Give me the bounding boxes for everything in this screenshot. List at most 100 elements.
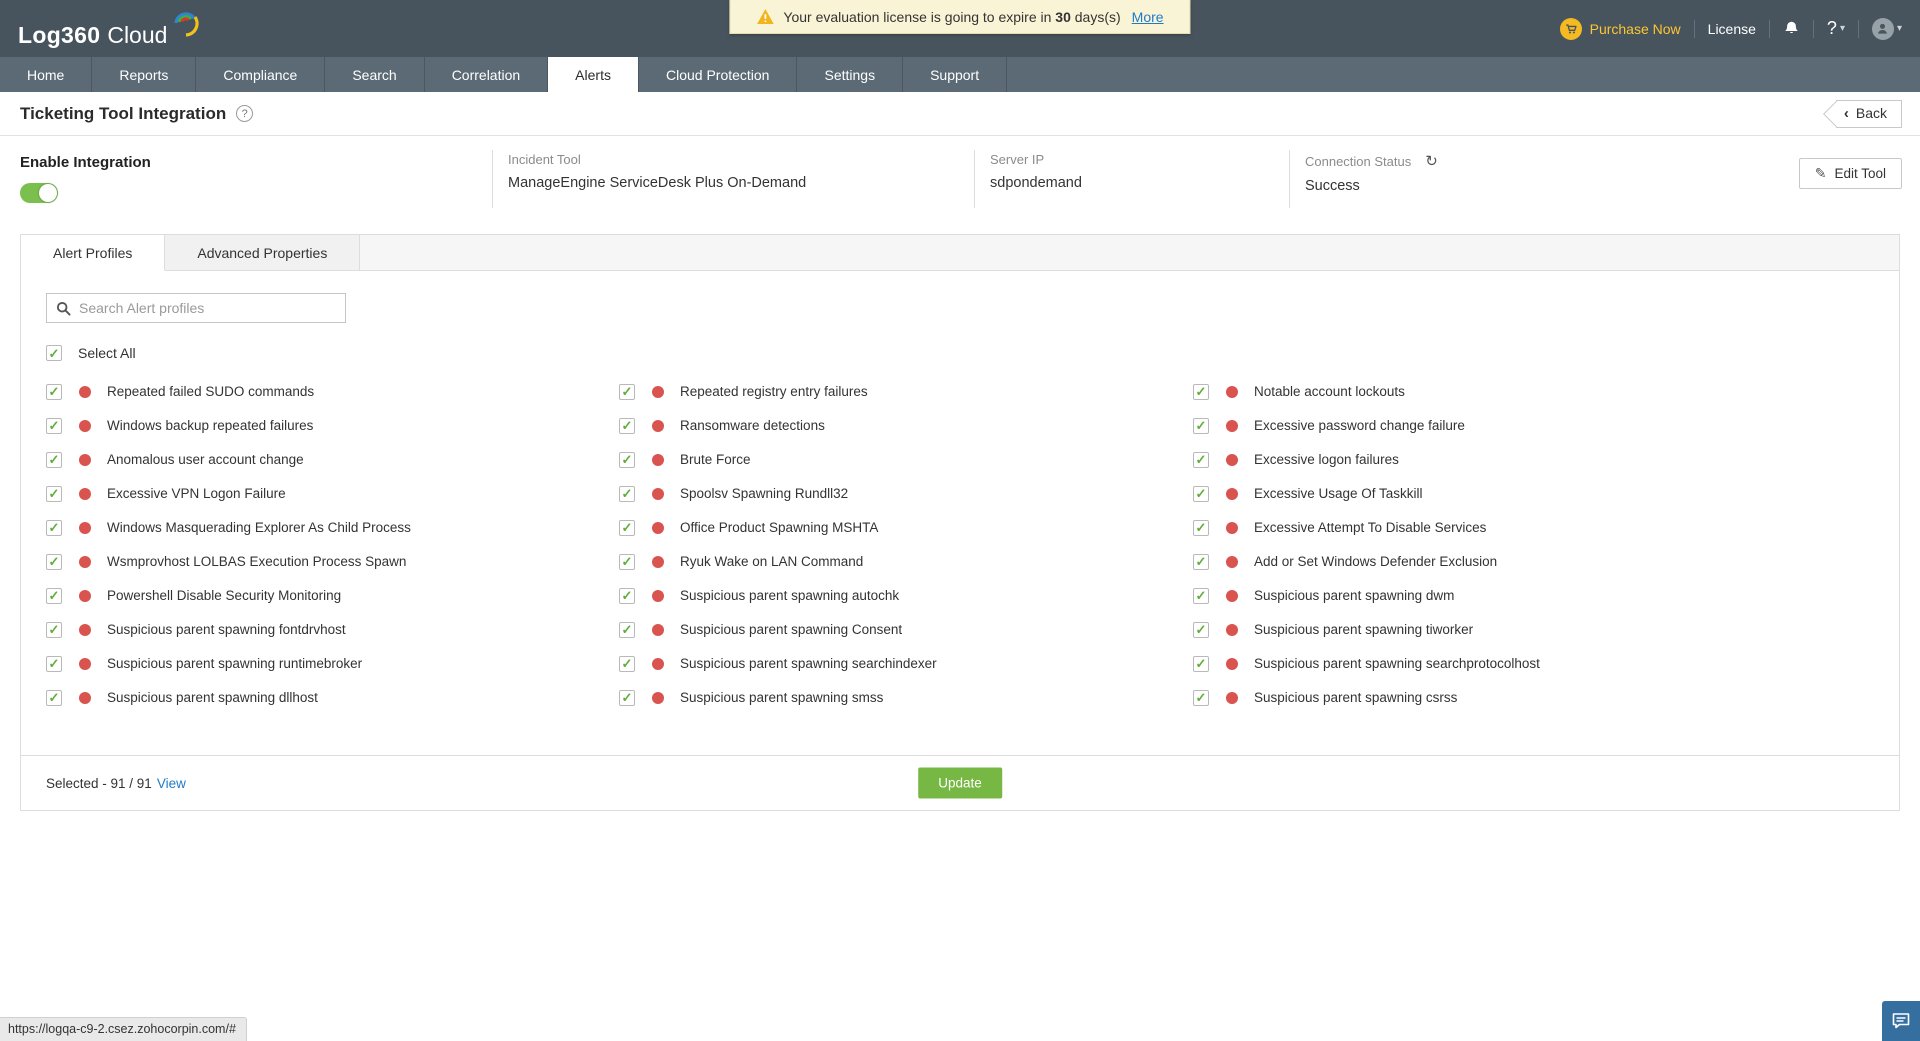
profile-label: Suspicious parent spawning runtimebroker bbox=[107, 656, 363, 671]
user-account-menu[interactable]: ▾ bbox=[1871, 17, 1902, 40]
profile-checkbox[interactable]: ✓ bbox=[46, 621, 62, 638]
profile-checkbox[interactable]: ✓ bbox=[619, 485, 635, 502]
search-icon bbox=[56, 301, 71, 316]
refresh-icon[interactable]: ↻ bbox=[1425, 152, 1438, 170]
nav-tab-compliance[interactable]: Compliance bbox=[196, 57, 326, 92]
alert-profile-item: ✓ Repeated failed SUDO commands bbox=[46, 381, 619, 402]
avatar bbox=[1871, 17, 1894, 40]
edit-tool-label: Edit Tool bbox=[1834, 166, 1886, 181]
profile-checkbox[interactable]: ✓ bbox=[1193, 383, 1209, 400]
alert-profile-item: ✓ Suspicious parent spawning searchprotoc… bbox=[1193, 653, 1899, 674]
nav-tab-settings[interactable]: Settings bbox=[797, 57, 904, 92]
profile-checkbox[interactable]: ✓ bbox=[46, 383, 62, 400]
nav-tab-support[interactable]: Support bbox=[903, 57, 1008, 92]
nav-tab-search[interactable]: Search bbox=[325, 57, 425, 92]
profile-label: Suspicious parent spawning csrss bbox=[1254, 690, 1458, 705]
alert-profile-item: ✓ Suspicious parent spawning autochk bbox=[619, 585, 1193, 606]
enable-integration-toggle[interactable] bbox=[20, 183, 58, 203]
profile-checkbox[interactable]: ✓ bbox=[46, 417, 62, 434]
search-box bbox=[46, 293, 346, 323]
toggle-knob bbox=[39, 184, 57, 202]
profile-checkbox[interactable]: ✓ bbox=[1193, 519, 1209, 536]
nav-tab-correlation[interactable]: Correlation bbox=[425, 57, 549, 92]
nav-tab-alerts[interactable]: Alerts bbox=[548, 57, 639, 92]
profile-checkbox[interactable]: ✓ bbox=[619, 655, 635, 672]
severity-dot bbox=[79, 623, 91, 636]
notifications-bell-icon[interactable] bbox=[1783, 20, 1800, 37]
alert-profile-item: ✓ Suspicious parent spawning smss bbox=[619, 687, 1193, 708]
alert-profile-item: ✓ Notable account lockouts bbox=[1193, 381, 1899, 402]
chat-support-button[interactable] bbox=[1882, 1001, 1920, 1041]
profile-checkbox[interactable]: ✓ bbox=[1193, 655, 1209, 672]
profile-label: Anomalous user account change bbox=[107, 452, 304, 467]
profile-checkbox[interactable]: ✓ bbox=[46, 689, 62, 706]
profile-checkbox[interactable]: ✓ bbox=[1193, 587, 1209, 604]
profile-checkbox[interactable]: ✓ bbox=[1193, 417, 1209, 434]
topbar-divider bbox=[1857, 19, 1859, 38]
chevron-down-icon: ▾ bbox=[1839, 23, 1845, 34]
profile-checkbox[interactable]: ✓ bbox=[46, 485, 62, 502]
severity-dot bbox=[1226, 521, 1238, 534]
profile-label: Add or Set Windows Defender Exclusion bbox=[1254, 554, 1498, 569]
profile-checkbox[interactable]: ✓ bbox=[619, 451, 635, 468]
profile-label: Notable account lockouts bbox=[1254, 384, 1405, 399]
profile-checkbox[interactable]: ✓ bbox=[1193, 553, 1209, 570]
incident-tool-label: Incident Tool bbox=[508, 152, 581, 167]
edit-tool-button[interactable]: ✎ Edit Tool bbox=[1798, 158, 1902, 189]
profile-checkbox[interactable]: ✓ bbox=[619, 689, 635, 706]
help-menu[interactable]: ? ▾ bbox=[1827, 18, 1845, 39]
profile-checkbox[interactable]: ✓ bbox=[619, 621, 635, 638]
view-link[interactable]: View bbox=[157, 776, 186, 791]
purchase-now-button[interactable]: Purchase Now bbox=[1559, 17, 1681, 40]
chevron-down-icon: ▾ bbox=[1896, 23, 1902, 34]
back-button[interactable]: ‹ Back bbox=[1835, 99, 1902, 128]
nav-tab-cloud-protection[interactable]: Cloud Protection bbox=[639, 57, 798, 92]
panel-tab-alert-profiles[interactable]: Alert Profiles bbox=[21, 235, 166, 271]
profile-checkbox[interactable]: ✓ bbox=[46, 451, 62, 468]
profile-checkbox[interactable]: ✓ bbox=[1193, 689, 1209, 706]
server-ip-value: sdpondemand bbox=[990, 175, 1082, 191]
select-all-checkbox[interactable]: ✓ bbox=[46, 345, 62, 361]
profile-checkbox[interactable]: ✓ bbox=[46, 587, 62, 604]
banner-text: Your evaluation license is going to expi… bbox=[783, 9, 1120, 25]
profile-checkbox[interactable]: ✓ bbox=[619, 519, 635, 536]
severity-dot bbox=[79, 691, 91, 704]
profile-checkbox[interactable]: ✓ bbox=[46, 553, 62, 570]
profile-checkbox[interactable]: ✓ bbox=[46, 519, 62, 536]
severity-dot bbox=[79, 657, 91, 670]
nav-tab-reports[interactable]: Reports bbox=[92, 57, 197, 92]
profile-checkbox[interactable]: ✓ bbox=[46, 655, 62, 672]
warning-icon bbox=[757, 9, 774, 24]
severity-dot bbox=[1226, 555, 1238, 568]
alert-profile-item: ✓ Repeated registry entry failures bbox=[619, 381, 1193, 402]
profile-checkbox[interactable]: ✓ bbox=[619, 553, 635, 570]
profile-checkbox[interactable]: ✓ bbox=[1193, 485, 1209, 502]
panel-tab-advanced-properties[interactable]: Advanced Properties bbox=[165, 235, 361, 270]
profile-checkbox[interactable]: ✓ bbox=[619, 587, 635, 604]
profile-label: Powershell Disable Security Monitoring bbox=[107, 588, 342, 603]
update-button[interactable]: Update bbox=[918, 767, 1002, 799]
profile-checkbox[interactable]: ✓ bbox=[1193, 621, 1209, 638]
profile-column: ✓ Repeated failed SUDO commands ✓ Windows b… bbox=[46, 381, 619, 721]
banner-more-link[interactable]: More bbox=[1132, 9, 1164, 25]
alert-profile-item: ✓ Excessive VPN Logon Failure bbox=[46, 483, 619, 504]
connection-status-field: Connection Status ↻ Success bbox=[1289, 150, 1799, 208]
profile-checkbox[interactable]: ✓ bbox=[619, 383, 635, 400]
nav-tab-home[interactable]: Home bbox=[0, 57, 93, 92]
profile-label: Suspicious parent spawning dllhost bbox=[107, 690, 318, 705]
profile-label: Excessive Attempt To Disable Services bbox=[1254, 520, 1487, 535]
integration-summary: Enable Integration Incident Tool ManageE… bbox=[0, 136, 1920, 226]
banner-text-after: days(s) bbox=[1074, 8, 1121, 25]
profile-checkbox[interactable]: ✓ bbox=[619, 417, 635, 434]
license-link[interactable]: License bbox=[1708, 21, 1756, 37]
alert-profile-columns: ✓ Repeated failed SUDO commands ✓ Windows b… bbox=[46, 381, 1899, 755]
profile-label: Suspicious parent spawning dwm bbox=[1254, 588, 1455, 603]
server-ip-field: Server IP sdpondemand bbox=[974, 150, 1289, 208]
severity-dot bbox=[1226, 453, 1238, 466]
profile-checkbox[interactable]: ✓ bbox=[1193, 451, 1209, 468]
page-help-icon[interactable]: ? bbox=[236, 105, 254, 122]
search-alert-profiles-input[interactable] bbox=[79, 300, 336, 316]
profile-label: Suspicious parent spawning fontdrvhost bbox=[107, 622, 346, 637]
alert-profile-item: ✓ Excessive Attempt To Disable Services bbox=[1193, 517, 1899, 538]
severity-dot bbox=[1226, 487, 1238, 500]
